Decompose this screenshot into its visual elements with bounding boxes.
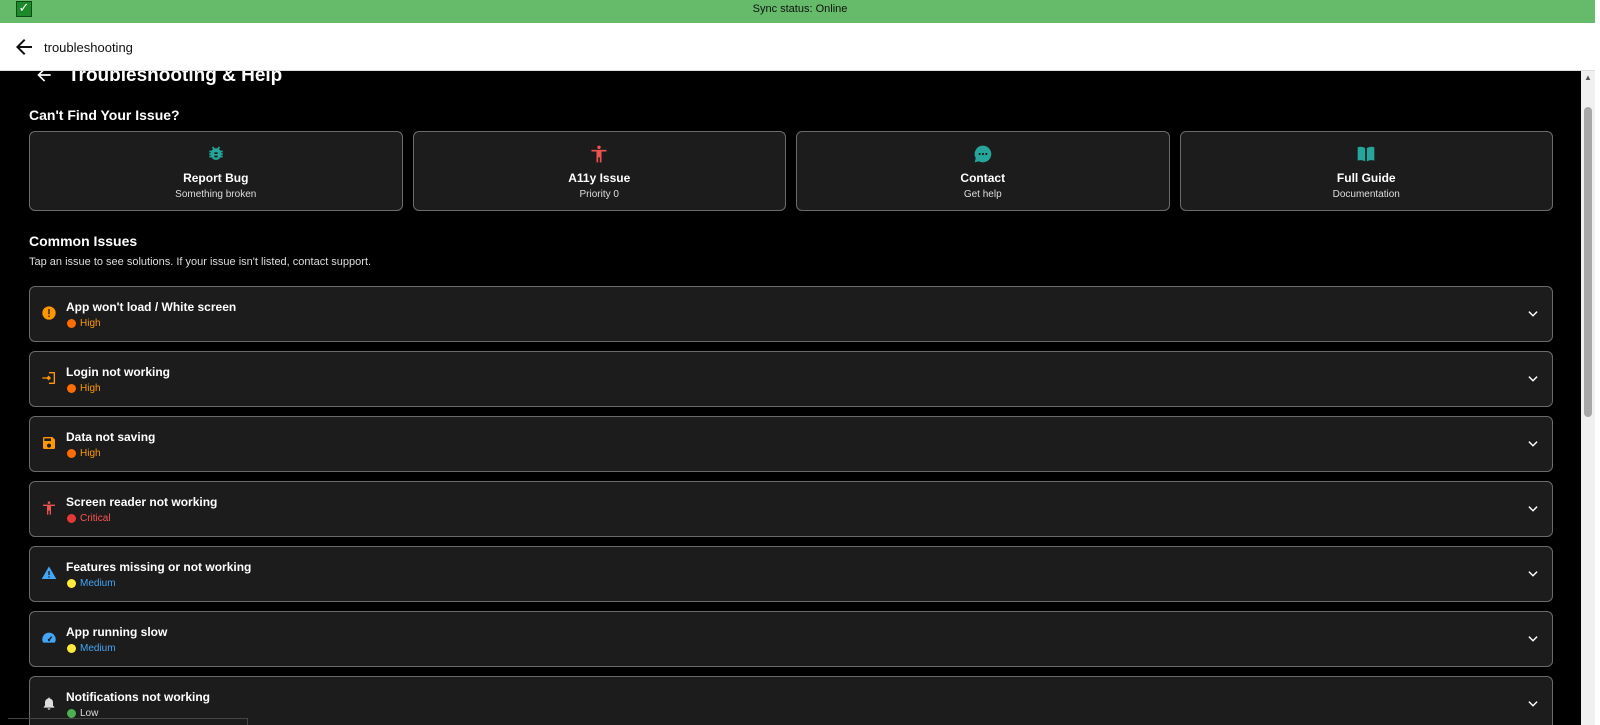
- warning-circle-icon: [42, 306, 56, 320]
- severity-label: High: [80, 318, 101, 329]
- book-icon: [1357, 146, 1375, 162]
- issue-item[interactable]: App running slow Medium: [29, 611, 1553, 667]
- chevron-down-icon[interactable]: [1526, 307, 1540, 321]
- arrow-left-icon[interactable]: [12, 35, 36, 59]
- scroll-up-arrow-icon[interactable]: ▲: [1584, 73, 1592, 82]
- issue-title: Data not saving: [66, 430, 156, 444]
- issue-item[interactable]: Login not working High: [29, 351, 1553, 407]
- arrow-left-icon[interactable]: [34, 71, 54, 85]
- full-guide-card[interactable]: Full Guide Documentation: [1179, 131, 1553, 211]
- severity-label: Medium: [80, 643, 116, 654]
- warning-triangle-icon: [41, 566, 57, 579]
- issue-title: App running slow: [66, 625, 168, 639]
- chevron-down-icon[interactable]: [1526, 697, 1540, 711]
- issue-list: App won't load / White screen High Login…: [29, 286, 1553, 725]
- issue-title: Notifications not working: [66, 690, 210, 704]
- save-icon: [43, 437, 55, 449]
- issue-title: Screen reader not working: [66, 495, 218, 509]
- login-icon: [42, 372, 55, 384]
- speed-icon: [42, 632, 56, 643]
- issue-item[interactable]: Features missing or not working Medium: [29, 546, 1553, 602]
- chevron-down-icon[interactable]: [1526, 372, 1540, 386]
- window-edge: [1595, 0, 1600, 725]
- bug-icon: [209, 146, 223, 160]
- severity-dot: [67, 579, 76, 588]
- severity-label: Critical: [80, 513, 111, 524]
- bottom-overlay-tab: [8, 718, 248, 725]
- issue-title: Features missing or not working: [66, 560, 252, 574]
- severity-badge: Medium: [67, 578, 116, 589]
- sync-status-text: Sync status: Online: [752, 3, 848, 15]
- severity-label: Medium: [80, 578, 116, 589]
- chevron-down-icon[interactable]: [1526, 502, 1540, 516]
- issue-item[interactable]: Notifications not working Low: [29, 676, 1553, 725]
- chat-icon: [974, 145, 992, 163]
- severity-badge: Critical: [67, 513, 111, 524]
- severity-dot: [67, 449, 76, 458]
- card-title: A11y Issue: [568, 171, 631, 185]
- sync-status-bar: ✓ Sync status: Online: [0, 0, 1600, 23]
- card-subtitle: Priority 0: [579, 189, 619, 200]
- chevron-down-icon[interactable]: [1526, 567, 1540, 581]
- severity-badge: High: [67, 318, 101, 329]
- severity-label: High: [80, 448, 101, 459]
- search-query-text[interactable]: troubleshooting: [44, 40, 133, 55]
- accessibility-icon: [591, 145, 607, 163]
- scrollbar-thumb[interactable]: [1584, 107, 1592, 417]
- common-issues-description: Tap an issue to see solutions. If your i…: [29, 256, 372, 268]
- severity-badge: High: [67, 448, 101, 459]
- chevron-down-icon[interactable]: [1526, 632, 1540, 646]
- card-title: Contact: [960, 171, 1006, 185]
- common-issues-heading: Common Issues: [29, 233, 138, 249]
- page-title: Troubleshooting & Help: [68, 71, 283, 86]
- severity-badge: Medium: [67, 643, 116, 654]
- severity-badge: High: [67, 383, 101, 394]
- a11y-issue-card[interactable]: A11y Issue Priority 0: [412, 131, 786, 211]
- bell-icon: [43, 697, 55, 710]
- issue-title: Login not working: [66, 365, 170, 379]
- chevron-down-icon[interactable]: [1526, 437, 1540, 451]
- issue-item[interactable]: App won't load / White screen High: [29, 286, 1553, 342]
- vertical-scrollbar[interactable]: ▲: [1581, 71, 1595, 725]
- severity-dot: [67, 709, 76, 718]
- quick-actions-heading: Can't Find Your Issue?: [29, 107, 180, 123]
- severity-dot: [67, 514, 76, 523]
- contact-card[interactable]: Contact Get help: [796, 131, 1170, 211]
- accessibility-icon: [43, 501, 55, 515]
- report-bug-card[interactable]: Report Bug Something broken: [29, 131, 403, 211]
- quick-actions: Report Bug Something broken A11y Issue P…: [29, 131, 1553, 211]
- issue-title: App won't load / White screen: [66, 300, 237, 314]
- severity-label: High: [80, 383, 101, 394]
- card-title: Report Bug: [183, 171, 249, 185]
- issue-item[interactable]: Screen reader not working Critical: [29, 481, 1553, 537]
- severity-dot: [67, 644, 76, 653]
- main-content: Troubleshooting & Help Can't Find Your I…: [0, 71, 1581, 725]
- card-subtitle: Get help: [963, 189, 1002, 200]
- severity-dot: [67, 384, 76, 393]
- card-subtitle: Documentation: [1332, 189, 1400, 200]
- card-subtitle: Something broken: [175, 189, 257, 200]
- severity-dot: [67, 319, 76, 328]
- issue-item[interactable]: Data not saving High: [29, 416, 1553, 472]
- card-title: Full Guide: [1336, 171, 1396, 185]
- app-bar: troubleshooting: [0, 23, 1595, 71]
